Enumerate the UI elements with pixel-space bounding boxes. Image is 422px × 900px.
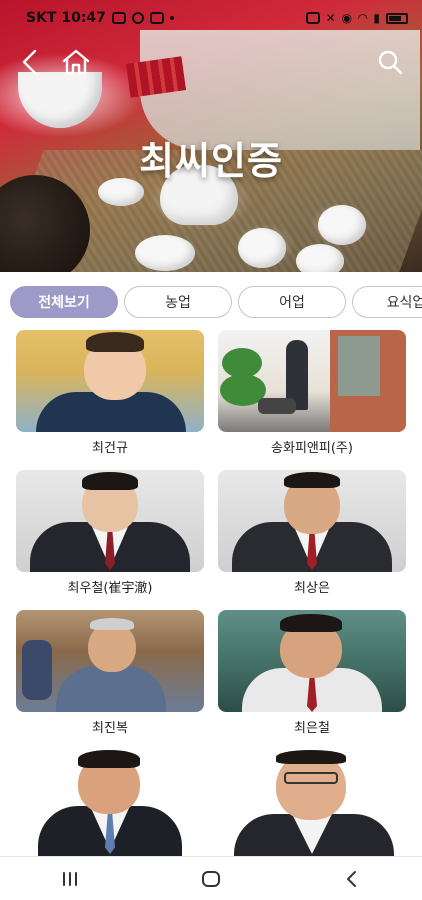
person-photo [218, 470, 406, 572]
status-bar: SKT 10:47 ✕ ◉ ◠ ▮ [0, 0, 422, 36]
home-button[interactable] [54, 40, 98, 84]
chat-notification-icon [131, 12, 144, 24]
system-navigation-bar [0, 856, 422, 900]
mute-icon: ✕ [325, 11, 336, 25]
person-photo [218, 750, 406, 860]
person-card[interactable]: 송화피앤피(주) [218, 330, 406, 470]
location-icon: ◉ [341, 11, 353, 25]
recents-icon [63, 871, 78, 886]
search-button[interactable] [368, 40, 412, 84]
photo-car [258, 398, 296, 414]
person-card[interactable]: 최은철 [218, 610, 406, 750]
recents-button[interactable] [30, 859, 110, 899]
person-card[interactable]: 최진복 [16, 610, 204, 750]
home-icon [62, 49, 90, 75]
tab-agriculture[interactable]: 농업 [124, 286, 232, 318]
lock-icon [305, 12, 320, 24]
app-notification-icon [149, 12, 164, 24]
photo-hair [284, 472, 340, 488]
tab-restaurant[interactable]: 요식업 [352, 286, 422, 318]
person-card[interactable]: 최건규 [16, 330, 204, 470]
person-name: 최진복 [92, 721, 128, 736]
tab-all[interactable]: 전체보기 [10, 286, 118, 318]
tea-cup [318, 205, 366, 245]
photo-hair [82, 472, 138, 490]
category-tabs: 전체보기 농업 어업 요식업 [0, 272, 422, 332]
person-photo [16, 610, 204, 712]
person-name: 최건규 [92, 441, 128, 456]
person-photo [16, 330, 204, 432]
photo-hair [276, 750, 346, 764]
people-grid: 최건규 송화피앤피(주) 최우철(崔宇澈) 최상은 최진복 최은철 [16, 330, 406, 890]
photo-bystander [22, 640, 52, 700]
tab-fishery[interactable]: 어업 [238, 286, 346, 318]
person-photo [16, 470, 204, 572]
person-card[interactable]: 최우철(崔宇澈) [16, 470, 204, 610]
gallery-notification-icon [111, 12, 126, 24]
status-right: ✕ ◉ ◠ ▮ [305, 11, 408, 25]
photo-shirt [56, 666, 166, 712]
person-photo [16, 750, 204, 860]
nav-home-button[interactable] [171, 859, 251, 899]
battery-icon [386, 12, 408, 24]
photo-hair [78, 750, 140, 768]
person-name: 최우철(崔宇澈) [67, 581, 153, 596]
person-name: 최상은 [294, 581, 330, 596]
back-button[interactable] [8, 40, 52, 84]
photo-sign [338, 336, 380, 396]
photo-glasses [284, 772, 338, 784]
wifi-icon: ◠ [358, 11, 368, 25]
page-title: 최씨인증 [139, 139, 283, 183]
status-left: SKT 10:47 [26, 10, 174, 26]
photo-hair [90, 618, 134, 630]
photo-hair [86, 332, 144, 352]
person-photo [218, 610, 406, 712]
person-card[interactable]: 최상은 [218, 470, 406, 610]
tea-cup [238, 228, 286, 268]
signal-icon: ▮ [373, 11, 380, 25]
person-photo [218, 330, 406, 432]
status-time: SKT 10:47 [26, 10, 106, 26]
nav-back-icon [346, 870, 356, 887]
nav-home-icon [201, 870, 220, 887]
more-notifications-icon [169, 16, 174, 20]
person-name: 송화피앤피(주) [271, 441, 353, 456]
photo-hair [280, 614, 342, 632]
nav-back-button[interactable] [312, 859, 392, 899]
search-icon [378, 50, 403, 75]
tea-cup [135, 235, 195, 271]
chevron-left-icon [22, 49, 37, 75]
tea-cup [296, 244, 344, 272]
hero-navigation [0, 40, 422, 84]
person-name: 최은철 [294, 721, 330, 736]
